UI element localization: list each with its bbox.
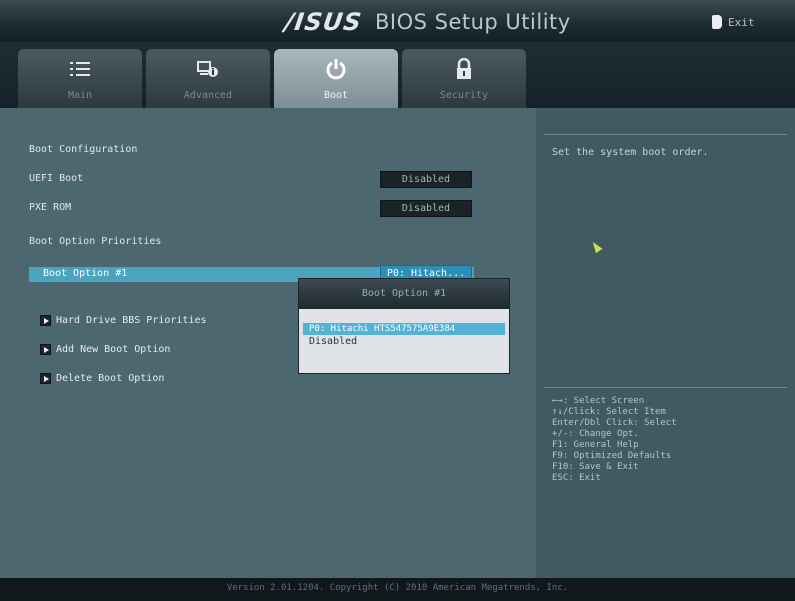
footer-bar: Version 2.01.1204. Copyright (C) 2010 Am… — [0, 578, 795, 601]
tab-main[interactable]: Main — [18, 49, 142, 108]
asus-logo: /ISUS — [283, 8, 364, 36]
help-text: Set the system boot order. — [552, 147, 709, 158]
delete-option-label: Delete Boot Option — [56, 373, 165, 384]
divider — [544, 387, 787, 388]
bios-title: BIOS Setup Utility — [375, 10, 571, 34]
menu-icon — [70, 58, 90, 80]
tab-security-label: Security — [439, 90, 489, 101]
popup-option-list: P0: Hitachi HTS547575A9E384 Disabled — [299, 309, 509, 348]
tab-advanced-label: Advanced — [183, 90, 233, 101]
section-title: Boot Configuration — [29, 144, 138, 155]
hard-drive-bbs-priorities[interactable]: Hard Drive BBS Priorities — [40, 315, 207, 326]
boot-option-popup: Boot Option #1 P0: Hitachi HTS547575A9E3… — [298, 278, 510, 374]
key-hint: ↑↓/Click: Select Item — [552, 407, 666, 417]
tab-advanced[interactable]: Advanced — [146, 49, 270, 108]
tab-boot[interactable]: Boot — [274, 49, 398, 108]
add-new-boot-option[interactable]: Add New Boot Option — [40, 344, 170, 355]
key-hint: F1: General Help — [552, 440, 639, 450]
key-hint: F10: Save & Exit — [552, 462, 639, 472]
arrow-right-icon — [40, 373, 51, 384]
popup-option-disabled[interactable]: Disabled — [303, 335, 505, 348]
add-option-label: Add New Boot Option — [56, 344, 171, 355]
monitor-info-icon — [197, 58, 219, 80]
help-panel: Set the system boot order. ←→: Select Sc… — [536, 108, 795, 578]
delete-boot-option[interactable]: Delete Boot Option — [40, 373, 164, 384]
key-hint: ESC: Exit — [552, 473, 601, 483]
tab-bar: Main Advanced Boot Security — [0, 42, 795, 108]
header-bar: /ISUS BIOS Setup Utility Exit — [0, 0, 795, 42]
uefi-boot-label: UEFI Boot — [29, 173, 84, 184]
priorities-title: Boot Option Priorities — [29, 236, 162, 247]
lock-icon — [455, 58, 473, 80]
key-hint: Enter/Dbl Click: Select — [552, 418, 677, 428]
key-hint: F9: Optimized Defaults — [552, 451, 672, 461]
hdd-bbs-label: Hard Drive BBS Priorities — [56, 315, 207, 326]
pxe-rom-value[interactable]: Disabled — [380, 200, 472, 217]
uefi-boot-value[interactable]: Disabled — [380, 171, 472, 188]
tab-main-label: Main — [67, 90, 93, 101]
key-hint: ←→: Select Screen — [552, 396, 645, 406]
divider — [544, 134, 787, 135]
exit-label: Exit — [728, 15, 755, 29]
key-legend: ←→: Select Screen ↑↓/Click: Select Item … — [552, 396, 677, 484]
tab-security[interactable]: Security — [402, 49, 526, 108]
exit-button[interactable]: Exit — [700, 12, 782, 32]
version-text: Version 2.01.1204. Copyright (C) 2010 Am… — [226, 583, 569, 593]
key-hint: +/-: Change Opt. — [552, 429, 639, 439]
popup-option-hitachi[interactable]: P0: Hitachi HTS547575A9E384 — [303, 323, 505, 335]
power-icon — [325, 58, 347, 80]
main-area: Boot Configuration UEFI Boot Disabled PX… — [0, 108, 795, 578]
arrow-right-icon — [40, 344, 51, 355]
exit-door-icon — [712, 15, 722, 29]
mouse-cursor-icon — [589, 239, 603, 254]
boot-option-1-label: Boot Option #1 — [43, 268, 128, 279]
arrow-right-icon — [40, 315, 51, 326]
pxe-rom-label: PXE ROM — [29, 202, 72, 213]
tab-boot-label: Boot — [323, 90, 349, 101]
popup-title: Boot Option #1 — [299, 279, 509, 309]
